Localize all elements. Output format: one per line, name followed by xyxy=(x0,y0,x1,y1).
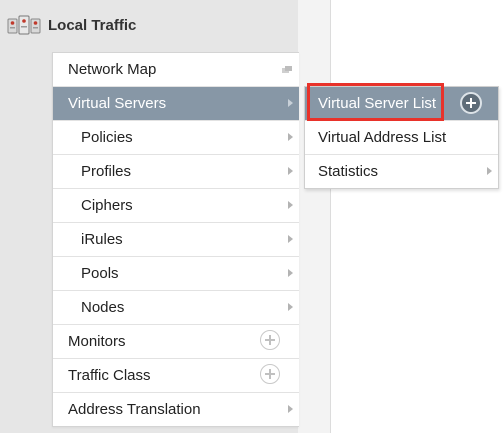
menu-item-label: Address Translation xyxy=(68,401,201,418)
chevron-right-icon xyxy=(288,405,293,413)
menu-item-label: Traffic Class xyxy=(68,367,151,384)
menu-item-label: Network Map xyxy=(68,61,157,78)
local-traffic-icon xyxy=(7,15,41,35)
menu-item-label: Nodes xyxy=(81,299,125,316)
menu-item-pools[interactable]: Pools xyxy=(53,257,299,291)
menu-item-label: iRules xyxy=(81,231,123,248)
menu-item-monitors[interactable]: Monitors xyxy=(53,325,299,359)
create-plus-icon[interactable] xyxy=(460,92,482,114)
menu-item-label: Ciphers xyxy=(81,197,133,214)
menu-item-traffic-class[interactable]: Traffic Class xyxy=(53,359,299,393)
plus-circle-icon[interactable] xyxy=(260,330,280,350)
menu-item-profiles[interactable]: Profiles xyxy=(53,155,299,189)
submenu-item-virtual-address-list[interactable]: Virtual Address List xyxy=(305,121,498,155)
local-traffic-menu: Network Map Virtual Servers Policies Pro… xyxy=(52,52,299,427)
section-title: Local Traffic xyxy=(48,17,137,34)
panel-divider xyxy=(298,0,331,433)
menu-item-policies[interactable]: Policies xyxy=(53,121,299,155)
menu-item-label: Pools xyxy=(81,265,119,282)
menu-item-label: Monitors xyxy=(68,333,126,350)
submenu-item-virtual-server-list[interactable]: Virtual Server List xyxy=(305,87,498,121)
menu-item-label: Profiles xyxy=(81,163,132,180)
local-traffic-section-header[interactable]: Local Traffic xyxy=(0,0,298,52)
menu-item-label: Virtual Servers xyxy=(68,95,167,112)
plus-circle-icon[interactable] xyxy=(260,364,280,384)
submenu-item-statistics[interactable]: Statistics xyxy=(305,155,498,188)
chevron-right-icon xyxy=(288,269,293,277)
window-icon xyxy=(282,66,292,73)
chevron-right-icon xyxy=(288,303,293,311)
virtual-servers-submenu: Virtual Server List Virtual Address List… xyxy=(304,86,499,189)
submenu-item-label: Virtual Address List xyxy=(318,129,447,146)
menu-item-irules[interactable]: iRules xyxy=(53,223,299,257)
menu-item-network-map[interactable]: Network Map xyxy=(53,53,299,87)
menu-item-ciphers[interactable]: Ciphers xyxy=(53,189,299,223)
chevron-right-icon xyxy=(288,133,293,141)
chevron-right-icon xyxy=(288,99,293,107)
menu-item-address-translation[interactable]: Address Translation xyxy=(53,393,299,426)
chevron-right-icon xyxy=(288,201,293,209)
menu-item-nodes[interactable]: Nodes xyxy=(53,291,299,325)
submenu-item-label: Virtual Server List xyxy=(318,95,437,112)
chevron-right-icon xyxy=(487,167,492,175)
menu-item-label: Policies xyxy=(81,129,133,146)
chevron-right-icon xyxy=(288,235,293,243)
submenu-item-label: Statistics xyxy=(318,163,379,180)
menu-item-virtual-servers[interactable]: Virtual Servers xyxy=(53,87,299,121)
chevron-right-icon xyxy=(288,167,293,175)
